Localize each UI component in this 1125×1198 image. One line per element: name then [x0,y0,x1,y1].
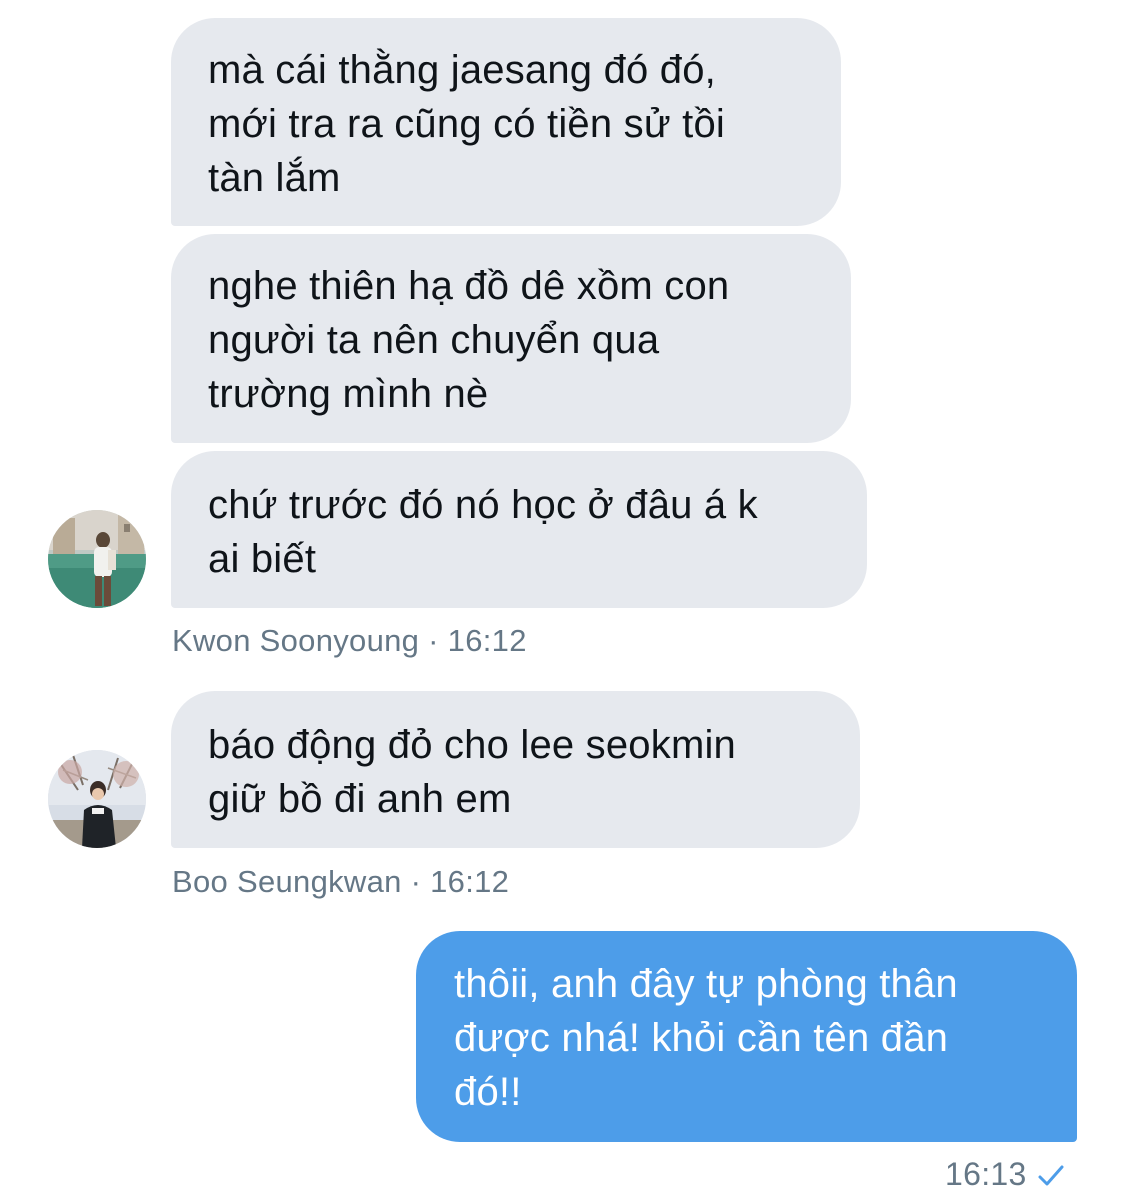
avatar[interactable] [48,750,146,848]
checkmark-icon [1037,1157,1065,1197]
message-meta-outgoing: 16:13 [945,1154,1065,1197]
message-bubble-incoming[interactable]: mà cái thằng jaesang đó đó, mới tra ra c… [171,18,841,226]
message-meta: Boo Seungkwan · 16:12 [172,864,510,899]
message-bubble-outgoing[interactable]: thôii, anh đây tự phòng thân được nhá! k… [416,931,1077,1142]
message-bubble-incoming[interactable]: chứ trước đó nó học ở đâu á k ai biết [171,451,867,608]
avatar-kwon-soonyoung-icon [48,510,146,608]
avatar[interactable] [48,510,146,608]
message-meta: Kwon Soonyoung · 16:12 [172,623,527,658]
message-bubble-incoming[interactable]: nghe thiên hạ đồ dê xồm con người ta nên… [171,234,851,443]
message-timestamp: 16:13 [945,1156,1027,1192]
avatar-boo-seungkwan-icon [48,750,146,848]
message-bubble-incoming[interactable]: báo động đỏ cho lee seokmin giữ bồ đi an… [171,691,860,848]
